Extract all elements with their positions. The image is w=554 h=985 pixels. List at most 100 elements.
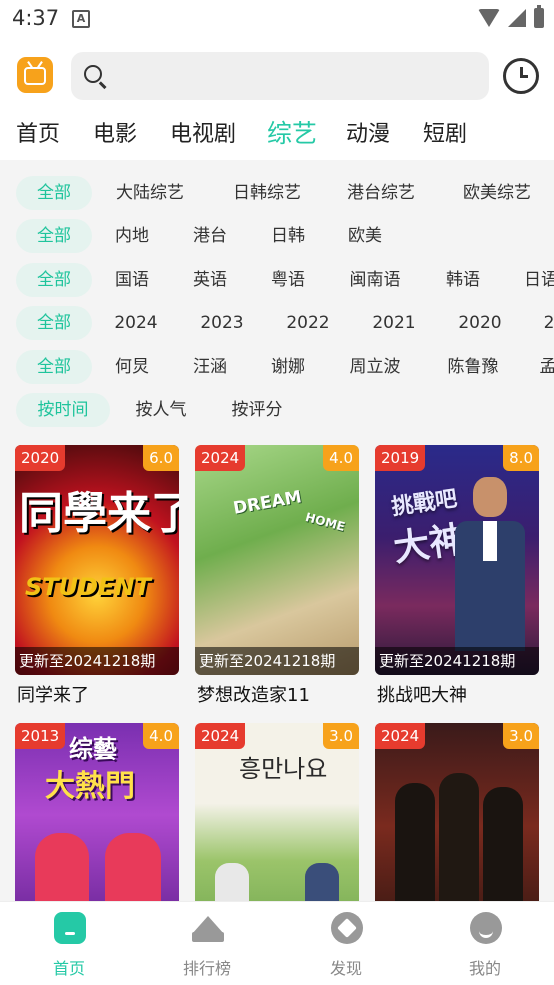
sort-chip[interactable]: 按评分 [220,393,294,427]
status-icons [478,5,544,28]
category-tabs: 首页 电影 电视剧 综艺 动漫 短剧 [0,112,554,156]
home-icon [54,912,86,944]
filter-chip[interactable]: 2023 [190,306,254,340]
update-status: 更新至20241218期 [15,647,179,675]
poster-image: DREAM HOME 2024 4.0 更新至20241218期 [195,445,359,675]
filter-chip[interactable]: 2021 [362,306,426,340]
filter-chip[interactable]: 陈鲁豫 [435,350,511,384]
year-badge: 2024 [195,445,246,471]
poster-subtitle-art: HOME [303,510,347,534]
wifi-icon [478,9,500,27]
filter-chip[interactable]: 国语 [104,263,160,297]
filter-chip[interactable]: 2022 [276,306,340,340]
card-title: 挑战吧大神 [377,685,467,706]
filter-chip[interactable]: 何炅 [104,350,160,384]
filter-chip[interactable]: 汪涵 [182,350,238,384]
filter-chip[interactable]: 孟 [533,350,554,384]
score-badge: 3.0 [323,723,359,749]
profile-icon [470,912,502,944]
filter-chip[interactable]: 2020 [448,306,512,340]
filter-chip[interactable]: 欧美综艺 [451,176,543,210]
filter-row-year: 全部 2024 2023 2022 2021 2020 2 [0,306,554,344]
filter-chip[interactable]: 闽南语 [337,263,413,297]
poster-title-art: DREAM [231,487,304,519]
filter-chip[interactable]: 日语 [513,263,554,297]
signal-icon [508,9,526,27]
top-bar [0,50,554,104]
sort-chip[interactable]: 按时间 [16,393,110,427]
filter-chip[interactable]: 2 [534,306,554,340]
score-badge: 6.0 [143,445,179,471]
score-badge: 3.0 [503,723,539,749]
tab-movie[interactable]: 电影 [93,116,137,148]
filter-chip[interactable]: 港台综艺 [335,176,427,210]
tab-anime[interactable]: 动漫 [346,116,390,148]
card-title: 同学来了 [17,685,89,706]
filter-chip[interactable]: 英语 [182,263,238,297]
card-title: 梦想改造家11 [197,685,310,706]
search-icon [84,65,102,83]
filter-row-language: 全部 国语 英语 粤语 闽南语 韩语 日语 [0,263,554,301]
poster-image: 综藝 大熱門 2013 4.0 [15,723,179,901]
poster-image: 挑戰吧 大神 2019 8.0 更新至20241218期 [375,445,539,675]
filter-chip[interactable]: 港台 [182,219,238,253]
history-icon[interactable] [503,58,539,94]
filter-chip[interactable]: 全部 [16,263,92,297]
filter-chip[interactable]: 全部 [16,306,92,340]
nav-ranking[interactable]: 排行榜 [138,902,276,985]
filter-chip[interactable]: 周立波 [337,350,413,384]
year-badge: 2013 [15,723,66,749]
nav-profile[interactable]: 我的 [416,902,554,985]
tab-home[interactable]: 首页 [16,116,60,148]
search-input[interactable] [71,52,489,100]
crown-icon [192,912,224,944]
year-badge: 2024 [375,723,426,749]
app-logo-icon[interactable] [17,57,53,93]
filter-chip[interactable]: 大陆综艺 [104,176,196,210]
filter-chip[interactable]: 日韩 [260,219,316,253]
filter-chip[interactable]: 谢娜 [260,350,316,384]
filter-chip[interactable]: 2024 [104,306,168,340]
tab-short-drama[interactable]: 短剧 [423,116,467,148]
score-badge: 4.0 [323,445,359,471]
filter-chip[interactable]: 全部 [16,176,92,210]
filter-row-region: 全部 内地 港台 日韩 欧美 [0,219,554,257]
poster-host-figure [305,863,339,901]
bottom-navigation: 首页 排行榜 发现 我的 [0,901,554,985]
sort-chip[interactable]: 按人气 [124,393,198,427]
nav-label: 首页 [52,959,85,978]
year-badge: 2024 [195,723,246,749]
tab-variety[interactable]: 综艺 [267,114,317,150]
poster-soldier-figure [483,787,523,901]
status-time: 4:37 [12,6,60,30]
filter-chip[interactable]: 韩语 [435,263,491,297]
nav-label: 排行榜 [182,959,231,978]
nav-home[interactable]: 首页 [0,902,138,985]
filter-chip[interactable]: 全部 [16,350,92,384]
filter-chip[interactable]: 内地 [104,219,160,253]
filter-row-sort: 按时间 按人气 按评分 [0,393,554,431]
nav-discover[interactable]: 发现 [277,902,415,985]
poster-host-figure [215,863,249,901]
battery-icon [534,5,544,28]
poster-subtitle-art: STUDENT [25,573,151,601]
poster-title-art: 흥만나요 [239,755,328,783]
poster-soldier-figure [439,773,479,901]
poster-image: 同學来了 STUDENT 2020 6.0 更新至20241218期 [15,445,179,675]
nav-label: 我的 [468,959,501,978]
poster-image: 2024 3.0 [375,723,539,901]
tab-tv-series[interactable]: 电视剧 [170,116,236,148]
poster-host-figure [35,833,89,901]
filter-chip[interactable]: 粤语 [260,263,316,297]
year-badge: 2019 [375,445,426,471]
filter-row-genre: 全部 大陆综艺 日韩综艺 港台综艺 欧美综艺 [0,176,554,214]
year-badge: 2020 [15,445,66,471]
filter-chip[interactable]: 全部 [16,219,92,253]
notification-icon: A [72,10,90,28]
filter-chip[interactable]: 欧美 [337,219,393,253]
score-badge: 4.0 [143,723,179,749]
content-area: 全部 大陆综艺 日韩综艺 港台综艺 欧美综艺 全部 内地 港台 日韩 欧美 全部… [0,160,554,901]
poster-title-art: 综藝 [69,735,117,763]
filter-row-person: 全部 何炅 汪涵 谢娜 周立波 陈鲁豫 孟 [0,350,554,388]
filter-chip[interactable]: 日韩综艺 [221,176,313,210]
